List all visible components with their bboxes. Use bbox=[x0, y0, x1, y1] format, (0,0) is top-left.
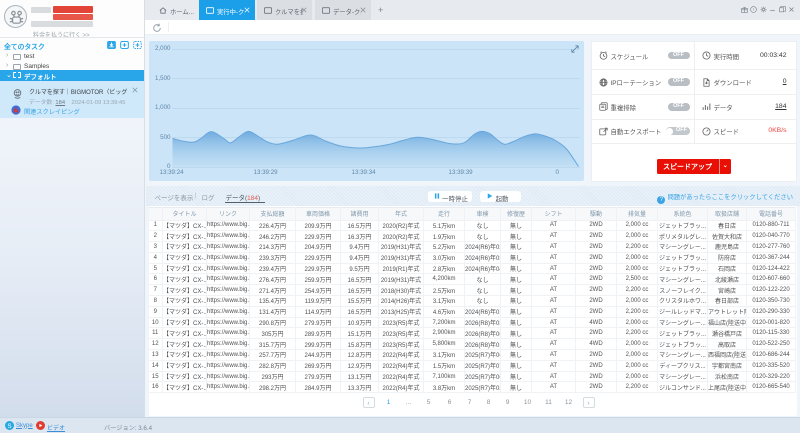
svg-text:S: S bbox=[7, 424, 11, 430]
svg-text:!: ! bbox=[753, 7, 754, 12]
